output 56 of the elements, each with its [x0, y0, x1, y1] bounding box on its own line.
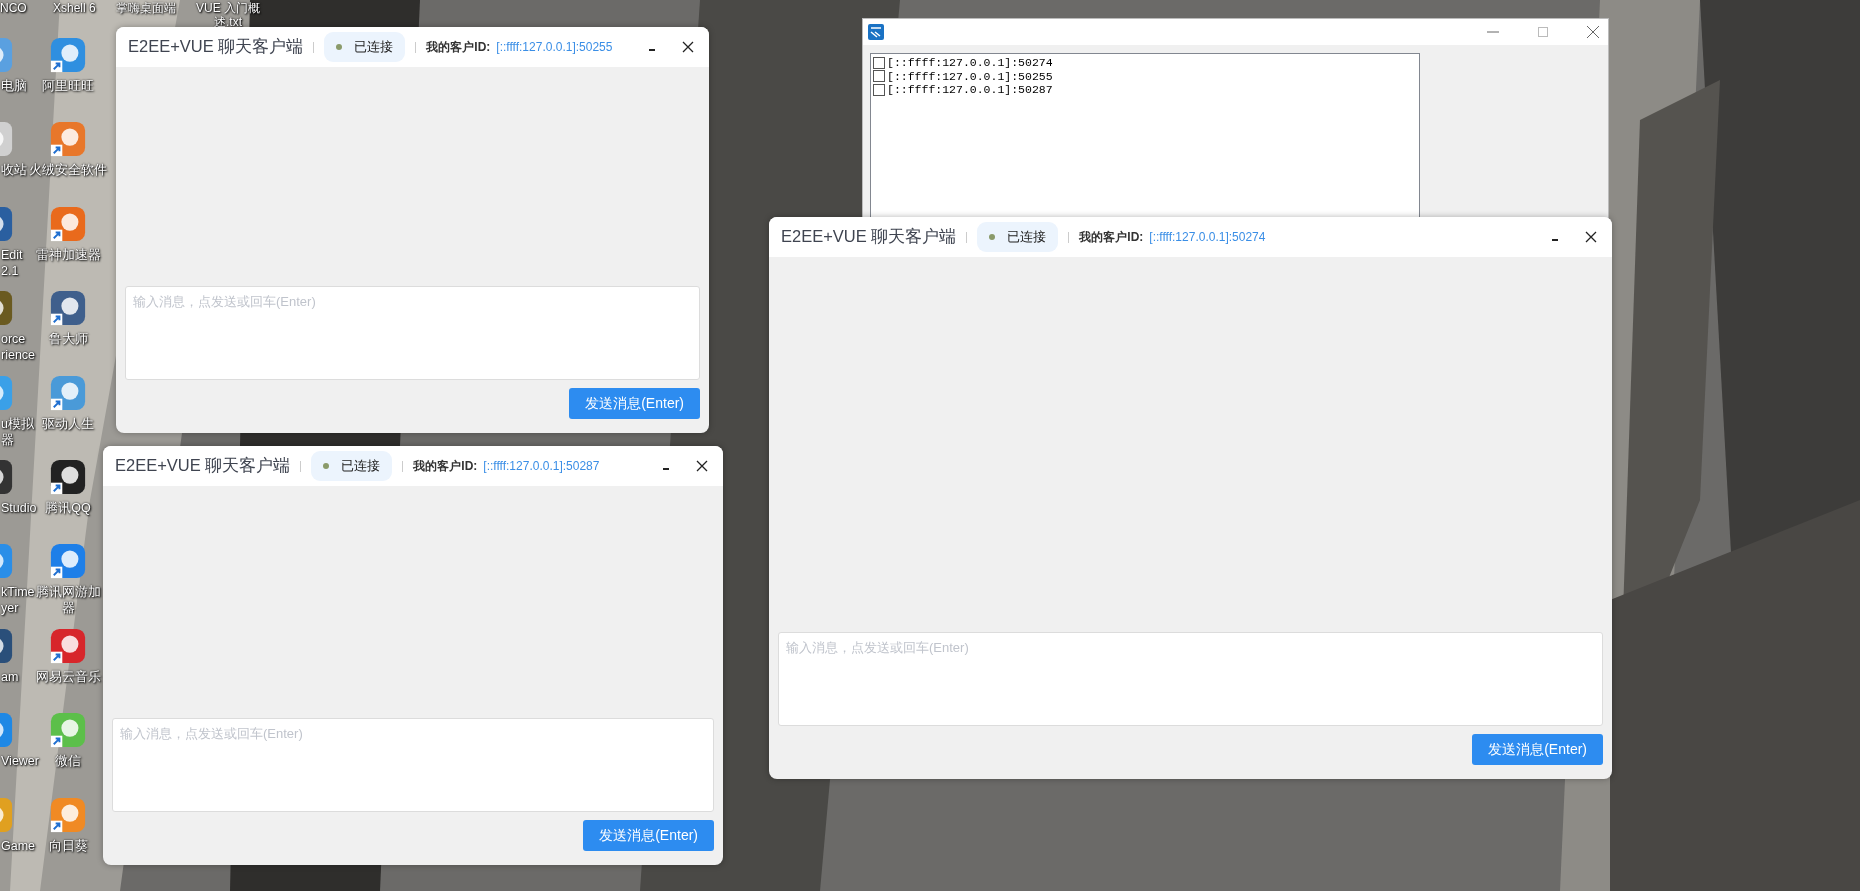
icon-label: Game [1, 837, 36, 854]
close-icon[interactable] [1584, 230, 1598, 244]
client-id: [::ffff:127.0.0.1]:50255 [496, 40, 613, 54]
icon-label: 器 [1, 431, 14, 448]
client-id-label: 我的客户ID: [1079, 228, 1144, 246]
icon-label: kTime [1, 584, 35, 601]
checkbox[interactable] [873, 70, 885, 83]
close-icon[interactable] [681, 40, 695, 54]
message-input[interactable]: 输入消息，点发送或回车(Enter) [778, 632, 1603, 726]
icon-label: 述.txt [214, 15, 242, 29]
icon-label: Edit [1, 246, 23, 263]
icon-label: Studio [1, 499, 37, 516]
app-icon [867, 23, 885, 41]
icon-label: rience [1, 347, 36, 364]
icon-label: 腾讯QQ [45, 499, 91, 516]
icon-label: Viewer [1, 753, 39, 770]
client-id-label: 我的客户ID: [413, 457, 478, 475]
icon-label: 掌嗨桌面端 [116, 1, 176, 15]
icon-label: u模拟 [1, 415, 34, 432]
app-icon[interactable] [49, 289, 87, 328]
icon-label: orce [1, 331, 26, 348]
checkbox[interactable] [873, 56, 885, 69]
icon-label: yer [1, 600, 19, 617]
client-id: [::ffff:127.0.0.1]:50274 [1149, 230, 1266, 244]
icon-label: 驱动人生 [42, 415, 94, 432]
icon-label: 阿里旺旺 [42, 78, 94, 94]
status-text: 已连接 [1007, 228, 1047, 246]
icon-label: 雷神加速器 [35, 246, 101, 263]
icon-label: NCO [0, 1, 27, 15]
list-item[interactable]: [::ffff:127.0.0.1]:50255 [887, 69, 1053, 83]
list-item[interactable]: [::ffff:127.0.0.1]:50274 [887, 56, 1053, 70]
icon-label: 火绒安全软件 [29, 162, 107, 179]
icon-label: 腾讯网游加 [35, 584, 101, 601]
icon-label: Xshell 6 [53, 1, 96, 15]
icon-label: am [1, 668, 19, 685]
message-input[interactable]: 输入消息，点发送或回车(Enter) [112, 718, 714, 812]
status-text: 已连接 [354, 38, 394, 56]
icon-label: 鲁大师 [48, 331, 88, 348]
list-item[interactable]: [::ffff:127.0.0.1]:50287 [887, 83, 1053, 97]
icon-label: 网易云音乐 [35, 668, 101, 685]
client-id-label: 我的客户ID: [426, 38, 491, 56]
status-text: 已连接 [341, 457, 381, 475]
window-title: E2EE+VUE 聊天客户端 [128, 36, 304, 57]
icon-label: 向日葵 [48, 837, 88, 854]
client-id: [::ffff:127.0.0.1]:50287 [483, 459, 600, 473]
icon-label: 收站 [1, 162, 27, 179]
icon-label: 2.1 [1, 262, 19, 279]
icon-label: 电脑 [1, 78, 27, 94]
icon-label: VUE 入门概 [196, 1, 260, 15]
window-title: E2EE+VUE 聊天客户端 [781, 226, 957, 247]
checkbox[interactable] [873, 83, 885, 96]
close-icon[interactable] [695, 459, 709, 473]
window-title: E2EE+VUE 聊天客户端 [115, 455, 291, 476]
icon-label: 器 [61, 600, 75, 617]
icon-label: 微信 [55, 753, 81, 770]
message-input[interactable]: 输入消息，点发送或回车(Enter) [125, 286, 700, 380]
